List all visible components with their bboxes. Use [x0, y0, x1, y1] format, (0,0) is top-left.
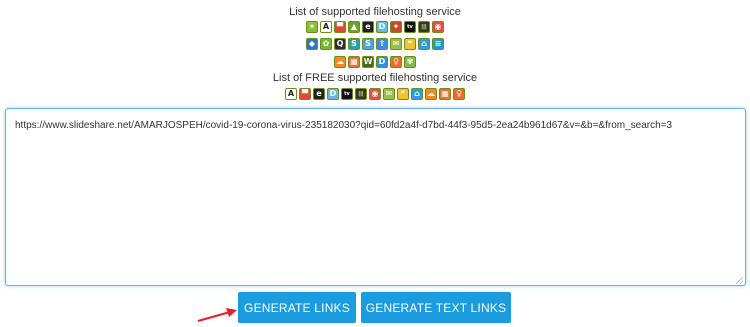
supported-icons-row-1: ✶ A ▀ ▲ e D ✦ tv ||| ◉ — [0, 21, 750, 33]
supported-icons-row-3: ☁ ▦ W D ♀ ✾ — [0, 56, 750, 68]
q-icon: Q — [334, 38, 346, 50]
quote-icon: ❝ — [397, 88, 409, 100]
cloud-icon: ☁ — [425, 88, 437, 100]
message-icon: ✉ — [383, 88, 395, 100]
upload-arrow-icon: ⇧ — [376, 38, 388, 50]
letter-s-box-icon: S — [362, 38, 374, 50]
red-arrow-icon — [197, 308, 237, 322]
record-icon: ◉ — [369, 88, 381, 100]
basket-icon: ⌂ — [418, 38, 430, 50]
audio-wave-icon: ||| — [355, 88, 367, 100]
letter-a-icon: A — [320, 21, 332, 33]
letter-d-icon: D — [327, 88, 339, 100]
grid-icon: ▦ — [439, 88, 451, 100]
swirl-icon: ♀ — [390, 56, 402, 68]
swirl-icon: ♀ — [453, 88, 465, 100]
letter-e-icon: e — [362, 21, 374, 33]
letter-a-icon: A — [285, 88, 297, 100]
red-leaf-icon: ✦ — [390, 21, 402, 33]
message-icon: ✉ — [390, 38, 402, 50]
textarea-resize-handle[interactable] — [736, 277, 743, 284]
cloud-icon: ☁ — [334, 56, 346, 68]
cat-icon: ✾ — [404, 56, 416, 68]
supported-icons-row-2: ◆ ✿ Q S S ⇧ ✉ ❝ ⌂ ≡ — [0, 38, 750, 50]
tv-icon: tv — [404, 21, 416, 33]
generate-text-links-button[interactable]: GENERATE TEXT LINKS — [361, 292, 511, 323]
letter-s-icon: S — [348, 38, 360, 50]
basket-icon: ⌂ — [411, 88, 423, 100]
url-textarea[interactable] — [5, 108, 746, 286]
letter-d-icon: D — [376, 21, 388, 33]
bug-icon: ✶ — [306, 21, 318, 33]
free-icons-row: A ▀ e Dtv ||| ◉ ✉ ❝ ⌂ ☁ ▦ ♀ — [0, 88, 750, 100]
grid-icon: ▦ — [348, 56, 360, 68]
letter-w-icon: W — [362, 56, 374, 68]
record-icon: ◉ — [432, 21, 444, 33]
triangle-icon: ▲ — [348, 21, 360, 33]
blue-logo-icon: ◆ — [306, 38, 318, 50]
quote-icon: ❝ — [404, 38, 416, 50]
supported-heading: List of supported filehosting service — [289, 6, 461, 18]
tv-icon: tv — [341, 88, 353, 100]
letter-d-round-icon: D — [376, 56, 388, 68]
database-icon: ≡ — [432, 38, 444, 50]
audio-wave-icon: ||| — [418, 21, 430, 33]
green-bird-icon: ✿ — [320, 38, 332, 50]
generate-links-button[interactable]: GENERATE LINKS — [238, 292, 356, 323]
red-square-icon: ▀ — [334, 21, 346, 33]
free-heading: List of FREE supported filehosting servi… — [272, 72, 478, 84]
red-square-icon: ▀ — [299, 88, 311, 100]
letter-e-icon: e — [313, 88, 325, 100]
